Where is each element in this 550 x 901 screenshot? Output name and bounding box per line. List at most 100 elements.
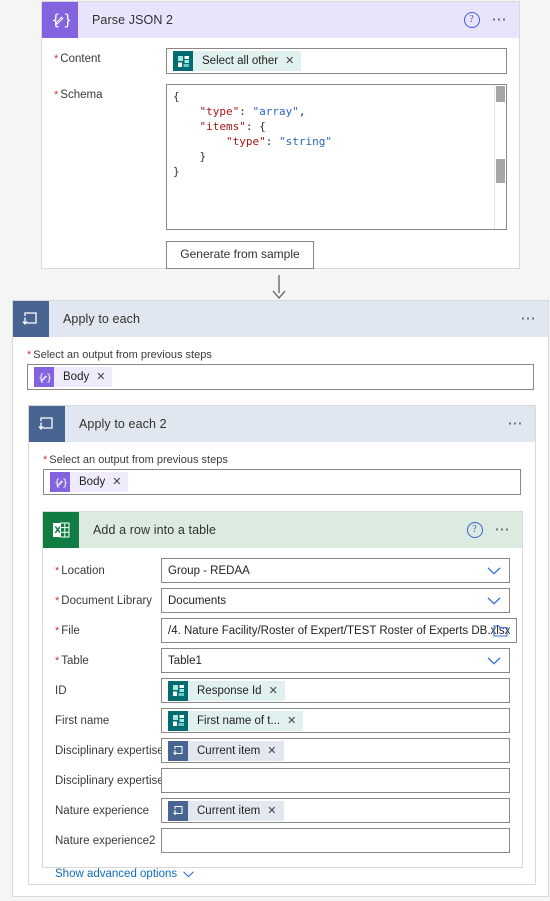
field-input[interactable]: Documents xyxy=(161,588,510,613)
token-label: First name of t... xyxy=(188,710,288,731)
ellipsis-icon[interactable]: ⋯ xyxy=(495,522,513,537)
output-label-text: Select an output from previous steps xyxy=(33,349,212,361)
parse-json-card: { } Parse JSON 2 ? ⋯ Content xyxy=(41,1,520,269)
field-value: Table1 xyxy=(168,654,202,667)
excel-field-row: First name First name of t... ✕ xyxy=(43,708,522,738)
loop-icon xyxy=(13,301,49,337)
remove-token-icon[interactable]: ✕ xyxy=(285,51,302,71)
help-icon[interactable]: ? xyxy=(463,12,480,28)
apply-to-each-2-title: Apply to each 2 xyxy=(79,417,167,431)
forms-icon xyxy=(168,680,188,701)
remove-token-icon[interactable]: ✕ xyxy=(267,800,284,821)
remove-token-icon[interactable]: ✕ xyxy=(267,740,284,761)
field-label: Nature experience xyxy=(55,804,149,817)
remove-token-icon[interactable]: ✕ xyxy=(96,367,113,387)
token-label: Current item xyxy=(188,800,268,821)
token-label: Body xyxy=(70,472,113,492)
field-label: ID xyxy=(55,684,67,697)
schema-scrollbar[interactable] xyxy=(494,85,506,229)
excel-field-row: Table Table1 xyxy=(43,648,522,678)
field-input[interactable] xyxy=(161,828,510,853)
excel-card-header[interactable]: X Add a row into a table ? ⋯ xyxy=(43,512,522,548)
apply-to-each-2-output-input[interactable]: { } Body ✕ xyxy=(43,469,521,495)
excel-card-title: Add a row into a table xyxy=(93,523,217,537)
field-label: Document Library xyxy=(55,595,161,607)
apply-to-each-output-input[interactable]: { } Body ✕ xyxy=(27,364,534,390)
content-label: Content xyxy=(54,48,166,65)
add-row-into-table-card: X Add a row into a table ? ⋯ Location Gro… xyxy=(42,511,523,880)
help-icon[interactable]: ? xyxy=(466,522,483,538)
forms-icon xyxy=(173,51,193,71)
apply-to-each-title: Apply to each xyxy=(63,312,141,326)
parse-json-title: Parse JSON 2 xyxy=(92,13,174,27)
excel-field-row: Nature experience Current item ✕ xyxy=(43,798,522,828)
show-advanced-options-link[interactable]: Show advanced options xyxy=(43,858,194,880)
chevron-down-icon[interactable] xyxy=(487,656,501,665)
token-body[interactable]: { } Body ✕ xyxy=(34,367,113,387)
apply-to-each-2-header[interactable]: Apply to each 2 ⋯ xyxy=(29,406,535,442)
ellipsis-icon[interactable]: ⋯ xyxy=(521,311,539,326)
schema-code-editor[interactable]: { "type": "array", "items": { "type": "s… xyxy=(166,84,507,230)
excel-fields-list: LocationGroup - REDAADocument LibraryDoc… xyxy=(43,548,522,858)
parse-json-header[interactable]: { } Parse JSON 2 ? ⋯ xyxy=(42,2,519,38)
output-label-text: Select an output from previous steps xyxy=(49,454,228,466)
token-select-all-other[interactable]: Select all other ✕ xyxy=(173,51,302,71)
chevron-down-icon[interactable] xyxy=(487,596,501,605)
excel-field-row: File/4. Nature Facility/Roster of Expert… xyxy=(43,618,522,648)
token-body[interactable]: { } Body ✕ xyxy=(50,472,129,492)
field-input[interactable]: Response Id ✕ xyxy=(161,678,510,703)
chevron-down-icon[interactable] xyxy=(487,566,501,575)
field-input[interactable] xyxy=(161,768,510,793)
schema-row: Schema { "type": "array", "items": { "ty… xyxy=(42,74,519,230)
field-input[interactable]: Current item ✕ xyxy=(161,798,510,823)
excel-field-row: Document Library Documents xyxy=(43,588,522,618)
excel-field-row: Location Group - REDAA xyxy=(43,558,522,588)
excel-field-row: ID Response Id ✕ xyxy=(43,678,522,708)
loop-icon xyxy=(29,406,65,442)
token-label: Current item xyxy=(188,740,268,761)
ellipsis-icon[interactable]: ⋯ xyxy=(492,12,510,27)
excel-field-row: Disciplinary expertise Current item ✕ xyxy=(43,738,522,768)
dynamic-content-token[interactable]: Current item ✕ xyxy=(168,800,284,821)
braces-pencil-icon: { } xyxy=(42,2,78,38)
excel-field-row: Nature experience2 xyxy=(43,828,522,858)
generate-row: Generate from sample xyxy=(42,230,519,269)
field-input[interactable]: Table1 xyxy=(161,648,510,673)
ellipsis-icon[interactable]: ⋯ xyxy=(508,416,526,431)
schema-code-text: { "type": "array", "items": { "type": "s… xyxy=(173,90,332,178)
remove-token-icon[interactable]: ✕ xyxy=(287,710,304,731)
dynamic-content-token[interactable]: Current item ✕ xyxy=(168,740,284,761)
excel-field-row: Disciplinary expertise2 xyxy=(43,768,522,798)
apply-to-each-header[interactable]: Apply to each ⋯ xyxy=(13,301,548,337)
content-input[interactable]: Select all other ✕ xyxy=(166,48,507,74)
show-advanced-options-label: Show advanced options xyxy=(55,868,178,880)
schema-label: Schema xyxy=(54,84,166,101)
token-label: Select all other xyxy=(193,51,286,71)
field-input[interactable]: Group - REDAA xyxy=(161,558,510,583)
schema-scroll-marker xyxy=(496,159,505,183)
schema-scroll-thumb[interactable] xyxy=(496,86,505,102)
generate-from-sample-button[interactable]: Generate from sample xyxy=(166,241,314,269)
field-value: Documents xyxy=(168,594,227,607)
token-label: Response Id xyxy=(188,680,269,701)
field-label: Disciplinary expertise2 xyxy=(55,774,171,787)
remove-token-icon[interactable]: ✕ xyxy=(112,472,129,492)
excel-icon: X xyxy=(43,512,79,548)
svg-text:}: } xyxy=(62,478,67,489)
field-label: Nature experience2 xyxy=(55,834,156,847)
folder-picker-icon[interactable] xyxy=(493,624,508,637)
field-value: Group - REDAA xyxy=(168,564,250,577)
remove-token-icon[interactable]: ✕ xyxy=(268,680,285,701)
field-input[interactable]: Current item ✕ xyxy=(161,738,510,763)
forms-icon xyxy=(168,710,188,731)
field-input[interactable]: /4. Nature Facility/Roster of Expert/TES… xyxy=(161,618,518,643)
apply-to-each-card: Apply to each ⋯ * Select an output from p… xyxy=(12,300,549,897)
dynamic-content-token[interactable]: Response Id ✕ xyxy=(168,680,285,701)
content-row: Content Select all other ✕ xyxy=(42,38,519,74)
flow-connector-arrow xyxy=(272,275,286,299)
field-input[interactable]: First name of t... ✕ xyxy=(161,708,510,733)
generate-spacer xyxy=(54,241,166,246)
loop-icon xyxy=(168,800,188,821)
braces-pencil-icon: { } xyxy=(50,472,70,492)
dynamic-content-token[interactable]: First name of t... ✕ xyxy=(168,710,304,731)
